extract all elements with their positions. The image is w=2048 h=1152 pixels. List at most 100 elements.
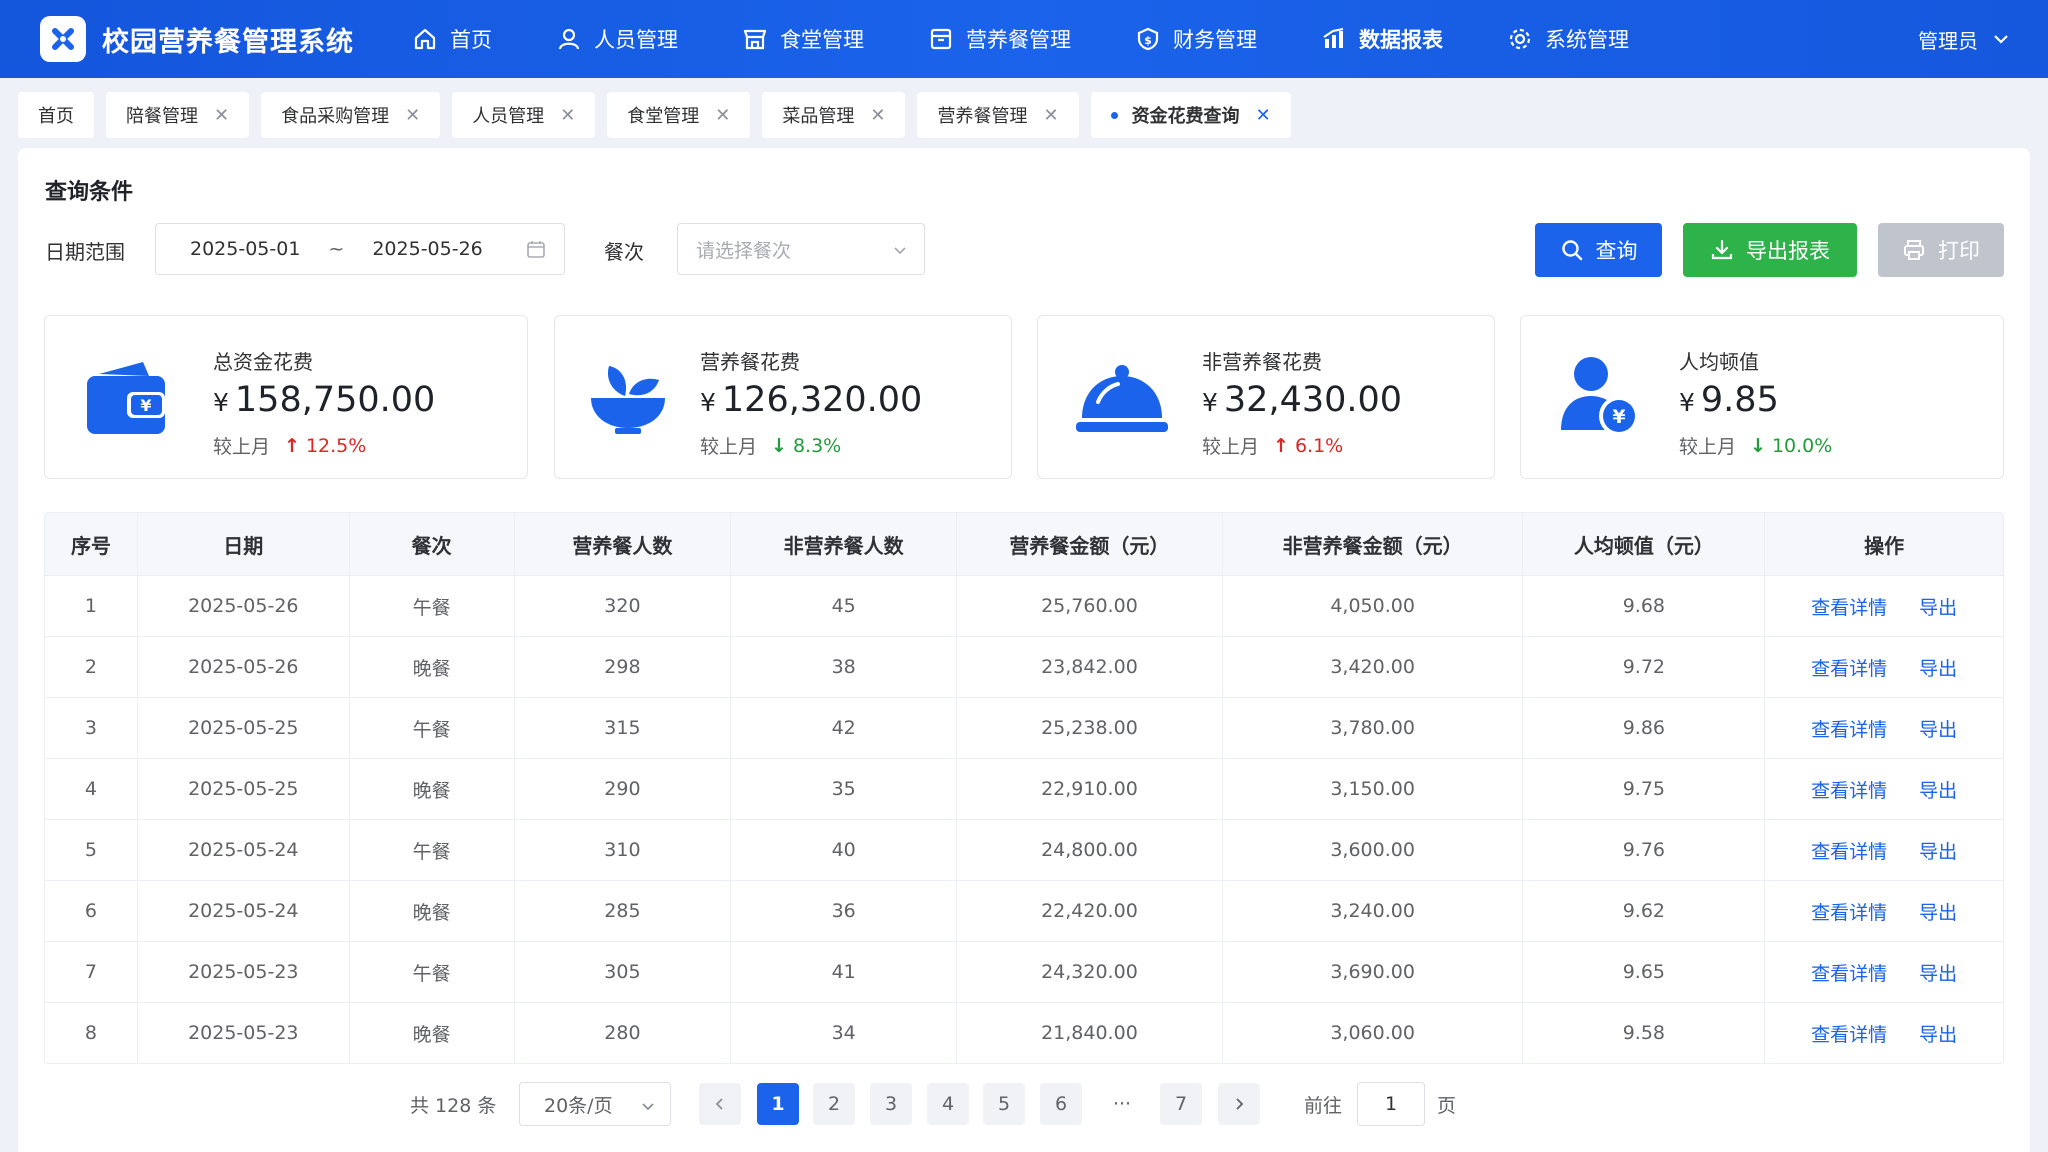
view-detail-link[interactable]: 查看详情	[1811, 593, 1887, 620]
page-button-3[interactable]: 3	[870, 1083, 912, 1125]
row-per-capita: 9.72	[1523, 637, 1766, 697]
meal-select[interactable]: 请选择餐次	[677, 223, 925, 275]
nav-item-personnel[interactable]: 人员管理	[524, 0, 710, 78]
date-end[interactable]: 2025-05-26	[372, 238, 482, 260]
export-row-link[interactable]: 导出	[1919, 959, 1957, 986]
row-nutrition-count: 290	[515, 759, 732, 819]
row-actions: 查看详情 导出	[1765, 576, 2003, 636]
row-non-nutrition-count: 40	[731, 820, 958, 880]
row-per-capita: 9.86	[1523, 698, 1766, 758]
close-icon[interactable]: ✕	[1043, 105, 1058, 126]
column-header: 营养餐金额（元）	[957, 513, 1223, 575]
active-dot	[1110, 111, 1118, 119]
nav-item-meal[interactable]: 营养餐管理	[896, 0, 1103, 78]
close-icon[interactable]: ✕	[214, 105, 229, 126]
tab-personnel[interactable]: 人员管理 ✕	[452, 92, 596, 138]
page-button-7[interactable]: 7	[1160, 1083, 1202, 1125]
row-nutrition-count: 280	[515, 1003, 732, 1063]
stat-label: 营养餐花费	[700, 350, 800, 374]
stat-card-non-nutrition: 非营养餐花费 ¥32,430.00 较上月 ↑ 6.1%	[1037, 315, 1495, 479]
expense-table: 序号 日期 餐次 营养餐人数 非营养餐人数 营养餐金额（元） 非营养餐金额（元）…	[44, 512, 2004, 1064]
currency-symbol: ¥	[1679, 388, 1695, 417]
row-meal: 晚餐	[350, 1003, 515, 1063]
close-icon[interactable]: ✕	[405, 105, 420, 126]
goto-page-input[interactable]: 1	[1357, 1082, 1425, 1126]
row-nutrition-amount: 22,910.00	[957, 759, 1223, 819]
view-detail-link[interactable]: 查看详情	[1811, 776, 1887, 803]
close-icon[interactable]: ✕	[715, 105, 730, 126]
table-row: 7 2025-05-23 午餐 305 41 24,320.00 3,690.00 9.65 查…	[45, 941, 2003, 1002]
page-button-1[interactable]: 1	[757, 1083, 799, 1125]
stat-value: ¥32,430.00	[1202, 380, 1402, 420]
nav-item-reports[interactable]: 数据报表	[1289, 0, 1475, 78]
row-actions: 查看详情 导出	[1765, 759, 2003, 819]
stat-compare: 较上月 ↓ 10.0%	[1679, 432, 1832, 459]
tab-food-purchase[interactable]: 食品采购管理 ✕	[261, 92, 441, 138]
export-row-link[interactable]: 导出	[1919, 654, 1957, 681]
tab-meal[interactable]: 营养餐管理 ✕	[917, 92, 1079, 138]
view-detail-link[interactable]: 查看详情	[1811, 715, 1887, 742]
row-nutrition-amount: 24,800.00	[957, 820, 1223, 880]
page-button-5[interactable]: 5	[983, 1083, 1025, 1125]
compare-label: 较上月	[213, 436, 271, 458]
page-size-select[interactable]: 20条/页	[519, 1082, 671, 1126]
view-detail-link[interactable]: 查看详情	[1811, 1020, 1887, 1047]
date-start[interactable]: 2025-05-01	[190, 238, 300, 260]
stat-compare: 较上月 ↓ 8.3%	[700, 432, 841, 459]
row-non-nutrition-count: 34	[731, 1003, 958, 1063]
compare-label: 较上月	[1679, 436, 1737, 458]
view-detail-link[interactable]: 查看详情	[1811, 837, 1887, 864]
export-row-link[interactable]: 导出	[1919, 837, 1957, 864]
next-page-button[interactable]	[1218, 1083, 1260, 1125]
nav-item-system[interactable]: 系统管理	[1475, 0, 1661, 78]
tab-home[interactable]: 首页	[18, 92, 94, 138]
finance-icon: $	[1137, 27, 1159, 51]
prev-page-button[interactable]	[699, 1083, 741, 1125]
query-button[interactable]: 查询	[1535, 223, 1662, 277]
goto-label: 前往	[1304, 1094, 1343, 1117]
close-icon[interactable]: ✕	[1256, 105, 1271, 126]
nav-item-home[interactable]: 首页	[380, 0, 524, 78]
brand-logo-icon	[40, 16, 86, 62]
export-row-link[interactable]: 导出	[1919, 898, 1957, 925]
nav-item-label: 营养餐管理	[966, 28, 1071, 52]
date-range-label: 日期范围	[45, 240, 125, 264]
tab-canteen[interactable]: 食堂管理 ✕	[607, 92, 751, 138]
nav-item-finance[interactable]: $ 财务管理	[1103, 0, 1289, 78]
export-row-link[interactable]: 导出	[1919, 776, 1957, 803]
close-icon[interactable]: ✕	[870, 105, 885, 126]
row-non-nutrition-count: 38	[731, 637, 958, 697]
chevron-down-icon	[894, 247, 906, 255]
download-icon	[1711, 239, 1733, 260]
tab-accompany-meal[interactable]: 陪餐管理 ✕	[106, 92, 250, 138]
row-actions: 查看详情 导出	[1765, 942, 2003, 1002]
close-icon[interactable]: ✕	[560, 105, 575, 126]
view-detail-link[interactable]: 查看详情	[1811, 654, 1887, 681]
page-button-4[interactable]: 4	[927, 1083, 969, 1125]
user-menu[interactable]: 管理员	[1918, 0, 2010, 78]
page-ellipsis[interactable]: ···	[1108, 1093, 1136, 1115]
page-size-value: 20条/页	[544, 1094, 613, 1117]
export-row-link[interactable]: 导出	[1919, 593, 1957, 620]
print-button[interactable]: 打印	[1878, 223, 2004, 277]
row-per-capita: 9.76	[1523, 820, 1766, 880]
tab-dishes[interactable]: 菜品管理 ✕	[762, 92, 906, 138]
stat-compare: 较上月 ↑ 12.5%	[213, 432, 366, 459]
export-row-link[interactable]: 导出	[1919, 715, 1957, 742]
gear-icon	[1509, 28, 1531, 50]
export-row-link[interactable]: 导出	[1919, 1020, 1957, 1047]
brand[interactable]: 校园营养餐管理系统	[40, 16, 380, 62]
row-nutrition-count: 285	[515, 881, 732, 941]
export-report-button[interactable]: 导出报表	[1683, 223, 1857, 277]
currency-symbol: ¥	[700, 388, 716, 417]
page-button-6[interactable]: 6	[1040, 1083, 1082, 1125]
row-non-nutrition-amount: 3,780.00	[1223, 698, 1524, 758]
stat-label: 人均顿值	[1679, 350, 1759, 374]
view-detail-link[interactable]: 查看详情	[1811, 898, 1887, 925]
page-button-2[interactable]: 2	[813, 1083, 855, 1125]
date-range-picker[interactable]: 2025-05-01 ~ 2025-05-26	[155, 223, 565, 275]
view-detail-link[interactable]: 查看详情	[1811, 959, 1887, 986]
nav-item-canteen[interactable]: 食堂管理	[710, 0, 896, 78]
row-per-capita: 9.75	[1523, 759, 1766, 819]
tab-expense-query[interactable]: 资金花费查询 ✕	[1090, 92, 1291, 138]
